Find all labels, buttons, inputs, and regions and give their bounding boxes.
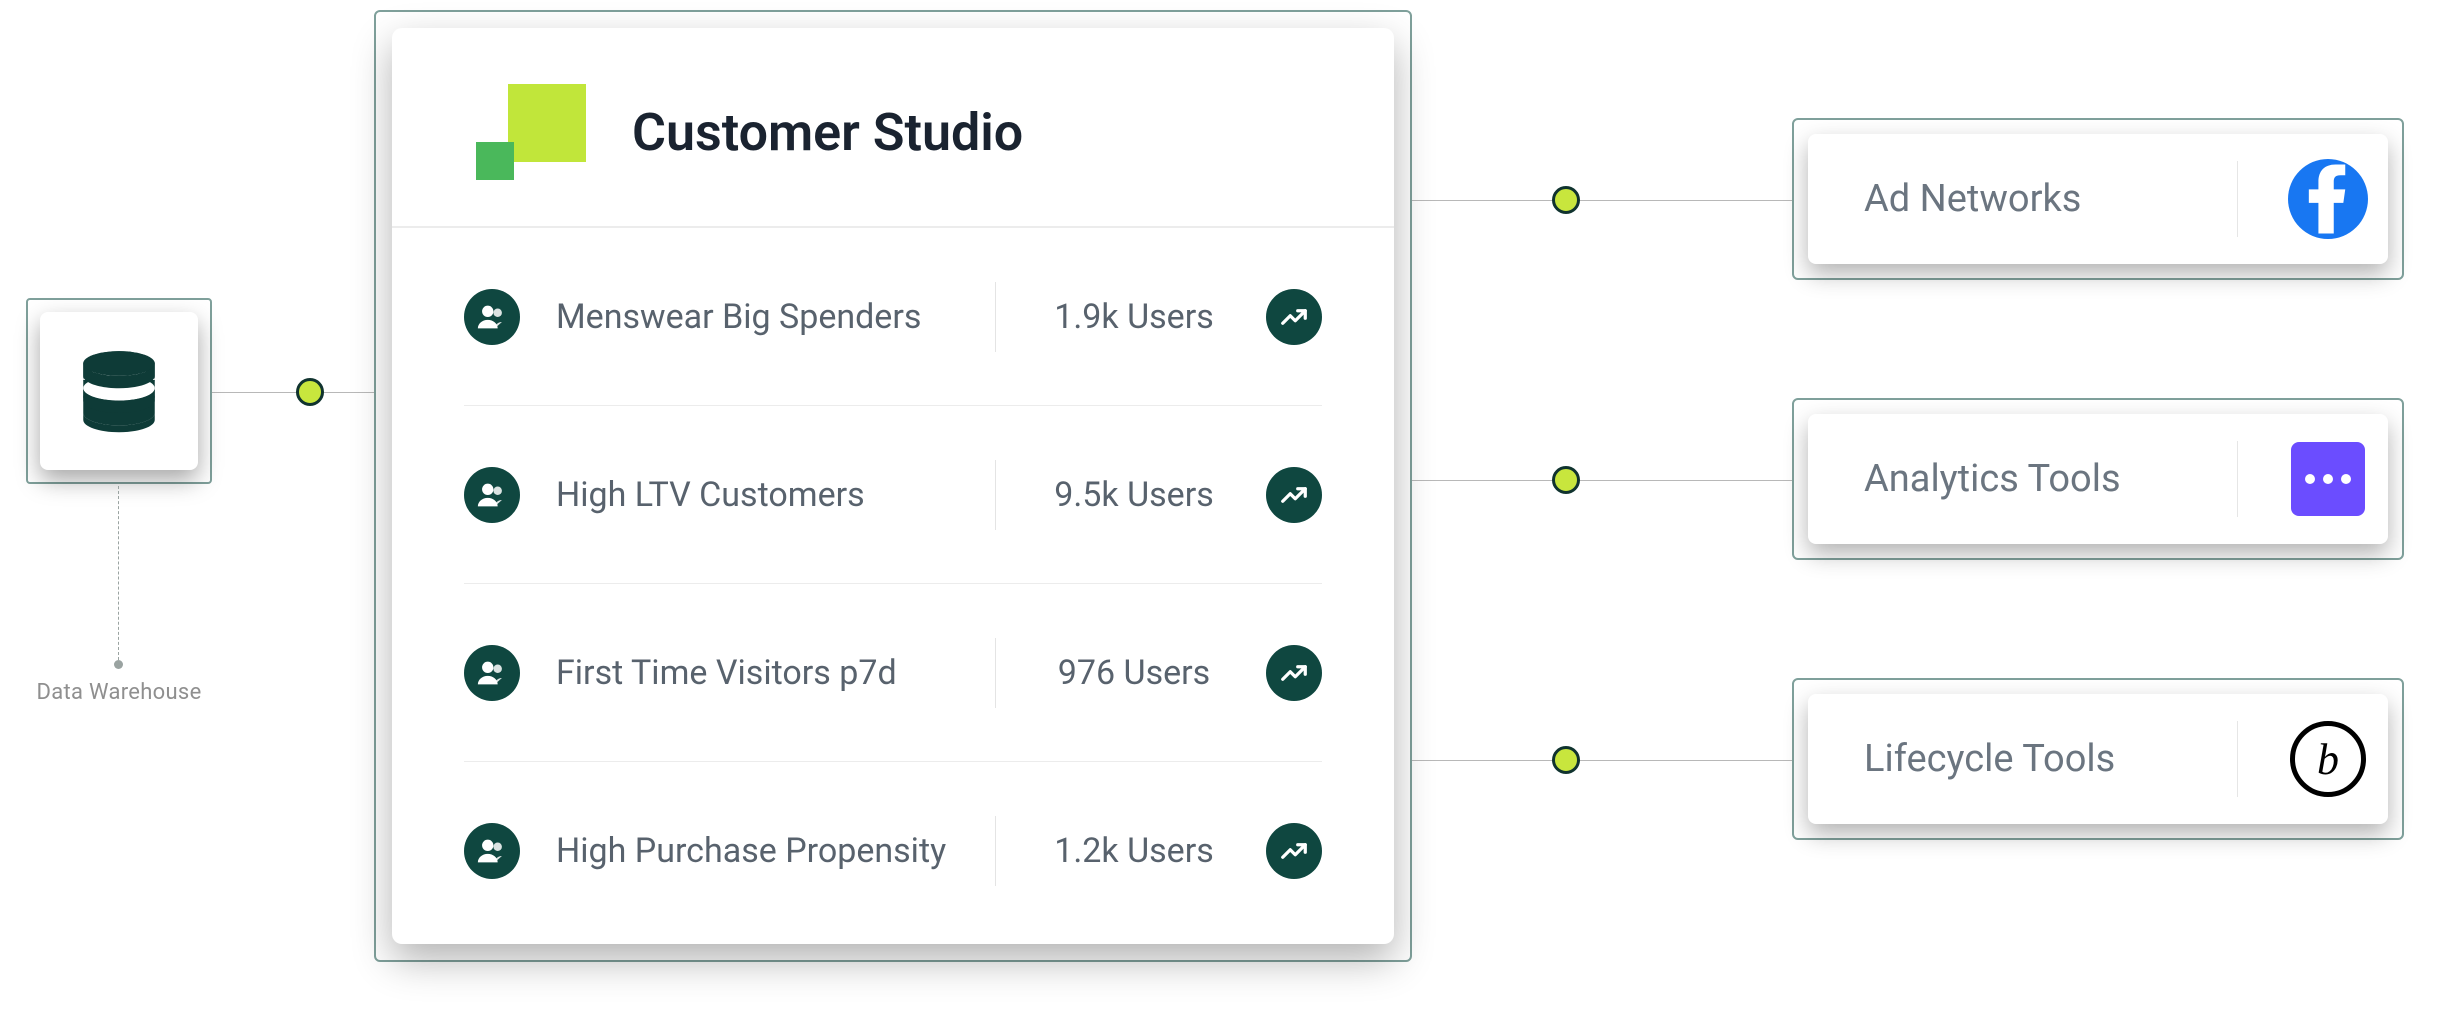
facebook-icon	[2268, 159, 2388, 239]
connector-right-1	[1412, 200, 1792, 201]
database-icon	[75, 347, 163, 435]
node-dot-right-3	[1552, 746, 1580, 774]
segment-name: Menswear Big Spenders	[520, 297, 957, 337]
warehouse-card	[40, 312, 198, 470]
destination-label: Analytics Tools	[1808, 457, 2217, 501]
segment-name: High Purchase Propensity	[520, 831, 957, 871]
segment-name: High LTV Customers	[520, 475, 957, 515]
segment-count: 9.5k Users	[1034, 475, 1234, 515]
segment-row: Menswear Big Spenders 1.9k Users	[464, 228, 1322, 406]
divider	[2237, 441, 2238, 517]
divider	[995, 282, 996, 352]
audience-icon	[464, 823, 520, 879]
destination-label: Ad Networks	[1808, 177, 2217, 221]
trend-up-icon	[1266, 289, 1322, 345]
node-dot-right-1	[1552, 186, 1580, 214]
segment-row: High LTV Customers 9.5k Users	[464, 406, 1322, 584]
analytics-tool-icon	[2268, 442, 2388, 516]
segment-row: High Purchase Propensity 1.2k Users	[464, 762, 1322, 940]
segments-list: Menswear Big Spenders 1.9k Users High LT…	[392, 228, 1394, 940]
trend-up-icon	[1266, 823, 1322, 879]
audience-icon	[464, 289, 520, 345]
destination-card-analytics: Analytics Tools	[1808, 414, 2388, 544]
warehouse-line-end	[114, 660, 123, 669]
connector-right-2	[1412, 480, 1792, 481]
destination-card-lifecycle: Lifecycle Tools b	[1808, 694, 2388, 824]
destination-card-ad-networks: Ad Networks	[1808, 134, 2388, 264]
trend-up-icon	[1266, 645, 1322, 701]
panel-header: Customer Studio	[392, 28, 1394, 228]
connector-right-3	[1412, 760, 1792, 761]
destination-label: Lifecycle Tools	[1808, 737, 2217, 781]
node-dot-right-2	[1552, 466, 1580, 494]
audience-icon	[464, 645, 520, 701]
brand-logo	[476, 84, 586, 180]
warehouse-dashed-line	[118, 486, 119, 660]
trend-up-icon	[1266, 467, 1322, 523]
segment-count: 1.2k Users	[1034, 831, 1234, 871]
divider	[995, 816, 996, 886]
divider	[995, 460, 996, 530]
segment-row: First Time Visitors p7d 976 Users	[464, 584, 1322, 762]
node-dot-left	[296, 378, 324, 406]
divider	[2237, 721, 2238, 797]
customer-studio-panel: Customer Studio Menswear Big Spenders 1.…	[392, 28, 1394, 944]
divider	[995, 638, 996, 708]
lifecycle-tool-icon: b	[2268, 721, 2388, 797]
segment-count: 976 Users	[1034, 653, 1234, 693]
divider	[2237, 161, 2238, 237]
segment-name: First Time Visitors p7d	[520, 653, 957, 693]
connector-left	[212, 392, 374, 393]
warehouse-label: Data Warehouse	[26, 680, 212, 705]
segment-count: 1.9k Users	[1034, 297, 1234, 337]
audience-icon	[464, 467, 520, 523]
panel-title: Customer Studio	[632, 102, 1023, 163]
